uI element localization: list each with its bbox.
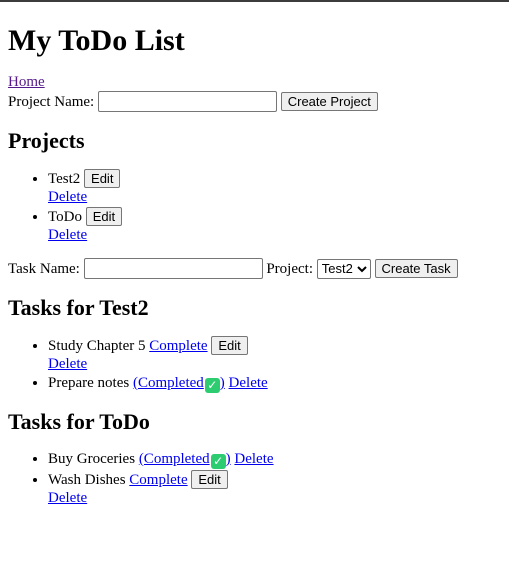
completed-label: (Completed [138, 451, 210, 467]
completed-close: ) [219, 375, 225, 391]
task-name-label: Task Name: [8, 261, 80, 277]
tasks-heading-test2: Tasks for Test2 [8, 295, 149, 320]
complete-task-link[interactable]: Complete [129, 472, 187, 488]
completed-status-link[interactable]: (Completed ✓) [132, 375, 225, 393]
task-name: Prepare notes [48, 375, 130, 391]
create-project-button[interactable]: Create Project [280, 92, 378, 111]
edit-task-button[interactable]: Edit [191, 470, 228, 489]
project-form: Project Name: Create Project [8, 91, 501, 112]
project-name: Test2 [48, 171, 81, 187]
list-item-task: Prepare notes (Completed✓) Delete [48, 374, 501, 393]
project-select[interactable]: Test2 [316, 258, 371, 279]
completed-close: ) [225, 451, 231, 467]
list-item-task: Wash Dishes Complete Edit Delete [48, 470, 501, 507]
complete-task-link[interactable]: Complete [149, 338, 207, 354]
delete-task-link[interactable]: Delete [48, 356, 87, 372]
task-list-todo: Buy Groceries (Completed✓) Delete Wash D… [8, 450, 501, 507]
task-name: Wash Dishes [48, 472, 126, 488]
project-select-label: Project: [266, 261, 313, 277]
check-mark-icon: ✓ [204, 378, 220, 393]
edit-project-button[interactable]: Edit [84, 169, 121, 188]
completed-status-link[interactable]: (Completed ✓) [138, 451, 231, 469]
page-title: My ToDo List [8, 24, 185, 57]
home-link[interactable]: Home [8, 73, 501, 91]
delete-task-link[interactable]: Delete [234, 451, 273, 467]
edit-task-button[interactable]: Edit [211, 336, 248, 355]
project-name: ToDo [48, 209, 82, 225]
create-task-button[interactable]: Create Task [374, 259, 458, 278]
task-form: Task Name: Project: Test2 Create Task [8, 258, 501, 279]
task-name-input[interactable] [83, 258, 263, 279]
projects-heading: Projects [8, 128, 85, 153]
project-name-input[interactable] [97, 91, 277, 112]
delete-project-link[interactable]: Delete [48, 227, 87, 243]
project-list: Test2 Edit Delete ToDo Edit Delete [8, 169, 501, 244]
edit-project-button[interactable]: Edit [85, 207, 123, 226]
list-item-task: Study Chapter 5 Complete Edit Delete [48, 336, 501, 373]
tasks-heading-todo: Tasks for ToDo [8, 409, 150, 434]
task-name: Study Chapter 5 [48, 338, 146, 354]
project-name-label: Project Name: [8, 94, 95, 110]
delete-project-link[interactable]: Delete [48, 189, 87, 205]
delete-task-link[interactable]: Delete [48, 490, 87, 506]
task-name: Buy Groceries [48, 451, 136, 467]
list-item-project-test2: Test2 Edit Delete [48, 169, 501, 206]
completed-label: (Completed [132, 375, 204, 391]
check-mark-icon: ✓ [210, 454, 226, 469]
list-item-project-todo: ToDo Edit Delete [48, 207, 501, 244]
delete-task-link[interactable]: Delete [229, 375, 268, 391]
page: My ToDo List Home Project Name: Create P… [0, 23, 509, 507]
list-item-task: Buy Groceries (Completed✓) Delete [48, 450, 501, 469]
task-list-test2: Study Chapter 5 Complete Edit Delete Pre… [8, 336, 501, 393]
